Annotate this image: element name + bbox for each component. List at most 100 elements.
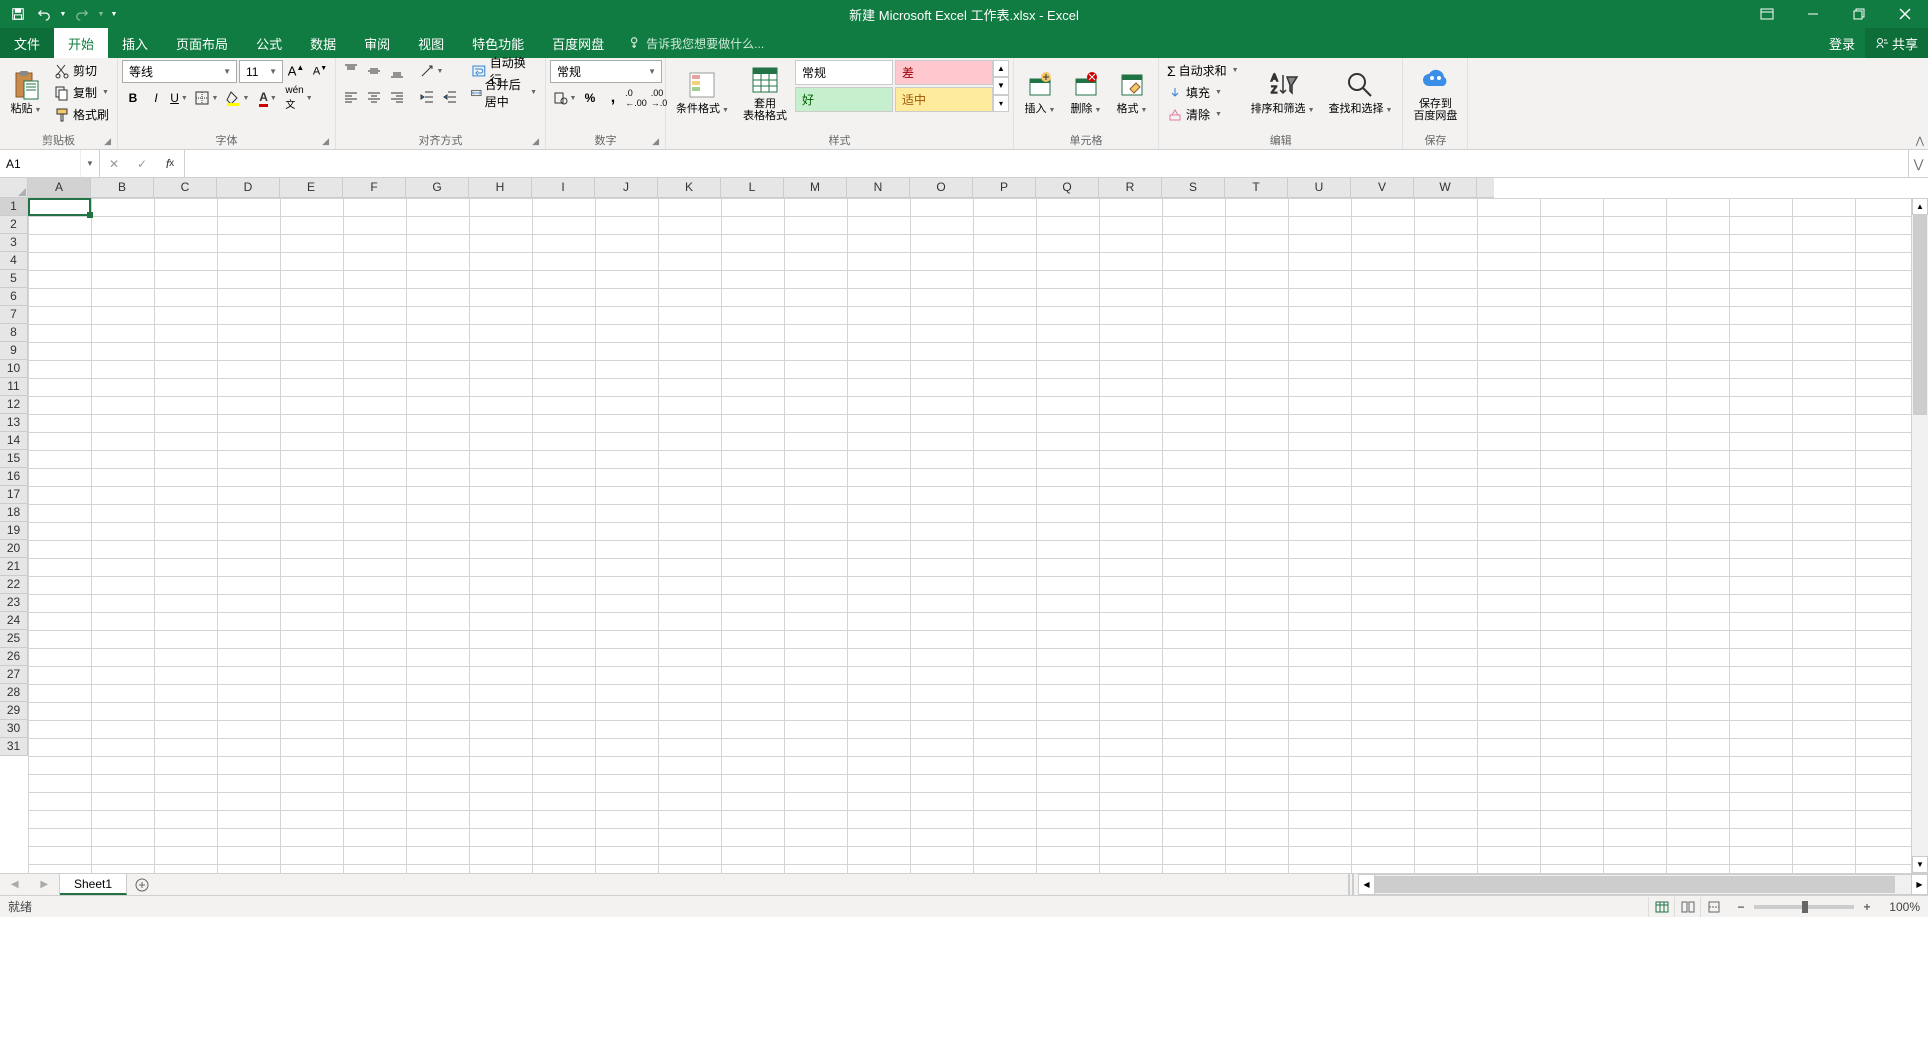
fill-button[interactable]: 填充▼ xyxy=(1163,82,1243,103)
redo-icon[interactable] xyxy=(70,3,94,25)
clear-button[interactable]: 清除▼ xyxy=(1163,104,1243,125)
column-header[interactable]: W xyxy=(1414,178,1477,198)
view-normal-icon[interactable] xyxy=(1648,897,1674,917)
merge-center-button[interactable]: 合并后居中▼ xyxy=(467,82,541,103)
cell-style-good[interactable]: 好 xyxy=(795,87,893,112)
format-as-table-button[interactable]: 套用 表格格式 xyxy=(737,60,793,126)
column-header[interactable]: D xyxy=(217,178,280,198)
cell-style-neutral[interactable]: 适中 xyxy=(895,87,993,112)
select-all-corner[interactable] xyxy=(0,178,28,198)
row-header[interactable]: 18 xyxy=(0,504,28,522)
phonetic-icon[interactable]: wén文▼ xyxy=(284,87,314,109)
align-left-icon[interactable] xyxy=(340,86,362,108)
name-box[interactable]: ▼ xyxy=(0,150,100,177)
underline-icon[interactable]: U▼ xyxy=(168,87,190,109)
align-bottom-icon[interactable] xyxy=(386,60,408,82)
baidu-save-button[interactable]: 保存到 百度网盘 xyxy=(1407,60,1463,126)
row-header[interactable]: 5 xyxy=(0,270,28,288)
zoom-level[interactable]: 100% xyxy=(1880,900,1920,914)
view-pagebreak-icon[interactable] xyxy=(1700,897,1726,917)
zoom-slider-knob[interactable] xyxy=(1802,901,1808,913)
column-header[interactable]: R xyxy=(1099,178,1162,198)
save-icon[interactable] xyxy=(6,3,30,25)
row-header[interactable]: 2 xyxy=(0,216,28,234)
column-header[interactable]: T xyxy=(1225,178,1288,198)
column-header[interactable]: Q xyxy=(1036,178,1099,198)
scroll-up-icon[interactable]: ▲ xyxy=(1912,198,1928,215)
undo-icon[interactable] xyxy=(32,3,56,25)
decrease-indent-icon[interactable] xyxy=(416,86,438,108)
formula-input[interactable] xyxy=(185,150,1908,177)
row-header[interactable]: 14 xyxy=(0,432,28,450)
tab-insert[interactable]: 插入 xyxy=(108,28,162,58)
column-header[interactable]: O xyxy=(910,178,973,198)
undo-dropdown-icon[interactable]: ▼ xyxy=(58,3,68,25)
row-header[interactable]: 29 xyxy=(0,702,28,720)
cell-style-normal[interactable]: 常规 xyxy=(795,60,893,85)
name-box-dropdown-icon[interactable]: ▼ xyxy=(80,150,99,177)
column-header[interactable]: E xyxy=(280,178,343,198)
row-header[interactable]: 9 xyxy=(0,342,28,360)
vertical-scrollbar[interactable]: ▲ ▼ xyxy=(1911,198,1928,873)
row-header[interactable]: 20 xyxy=(0,540,28,558)
alignment-launcher-icon[interactable]: ◢ xyxy=(532,136,539,147)
increase-font-icon[interactable]: A▲ xyxy=(285,60,307,82)
ribbon-display-icon[interactable] xyxy=(1744,0,1790,28)
row-header[interactable]: 25 xyxy=(0,630,28,648)
column-header[interactable]: M xyxy=(784,178,847,198)
align-top-icon[interactable] xyxy=(340,60,362,82)
enter-formula-icon[interactable]: ✓ xyxy=(128,150,156,177)
row-header[interactable]: 26 xyxy=(0,648,28,666)
tab-file[interactable]: 文件 xyxy=(0,28,54,58)
font-launcher-icon[interactable]: ◢ xyxy=(322,136,329,147)
column-header[interactable]: A xyxy=(28,178,91,198)
tab-pagelayout[interactable]: 页面布局 xyxy=(162,28,242,58)
scroll-down-icon[interactable]: ▼ xyxy=(1912,856,1928,873)
column-header[interactable]: U xyxy=(1288,178,1351,198)
row-header[interactable]: 23 xyxy=(0,594,28,612)
column-header[interactable]: H xyxy=(469,178,532,198)
fill-handle[interactable] xyxy=(87,212,93,218)
column-header[interactable]: L xyxy=(721,178,784,198)
autosum-button[interactable]: Σ自动求和▼ xyxy=(1163,60,1243,81)
scroll-right-icon[interactable]: ▶ xyxy=(1911,874,1928,895)
styles-scroll-up-icon[interactable]: ▲ xyxy=(993,60,1009,77)
column-header[interactable]: N xyxy=(847,178,910,198)
view-pagelayout-icon[interactable] xyxy=(1674,897,1700,917)
align-center-icon[interactable] xyxy=(363,86,385,108)
format-cells-button[interactable]: 格式▼ xyxy=(1110,60,1154,126)
signin-button[interactable]: 登录 xyxy=(1819,28,1865,58)
collapse-ribbon-icon[interactable]: ⋀ xyxy=(1916,136,1924,147)
tab-baidu[interactable]: 百度网盘 xyxy=(538,28,618,58)
align-right-icon[interactable] xyxy=(386,86,408,108)
row-header[interactable]: 7 xyxy=(0,306,28,324)
row-header[interactable]: 27 xyxy=(0,666,28,684)
percent-icon[interactable]: % xyxy=(579,87,601,109)
paste-button[interactable]: 粘贴▼ xyxy=(4,60,48,126)
insert-function-icon[interactable]: fx xyxy=(156,150,184,177)
hscroll-thumb[interactable] xyxy=(1375,876,1895,893)
tab-data[interactable]: 数据 xyxy=(296,28,350,58)
column-header[interactable]: V xyxy=(1351,178,1414,198)
minimize-icon[interactable] xyxy=(1790,0,1836,28)
accounting-format-icon[interactable]: ▼ xyxy=(550,87,578,109)
column-header[interactable]: B xyxy=(91,178,154,198)
orientation-icon[interactable]: ▼ xyxy=(416,60,446,82)
bold-icon[interactable]: B xyxy=(122,87,144,109)
row-header[interactable]: 6 xyxy=(0,288,28,306)
add-sheet-icon[interactable] xyxy=(127,874,157,895)
vscroll-thumb[interactable] xyxy=(1913,215,1927,415)
row-header[interactable]: 16 xyxy=(0,468,28,486)
row-header[interactable]: 11 xyxy=(0,378,28,396)
tab-view[interactable]: 视图 xyxy=(404,28,458,58)
find-select-button[interactable]: 查找和选择▼ xyxy=(1323,60,1399,126)
clipboard-launcher-icon[interactable]: ◢ xyxy=(104,136,111,147)
cells-area[interactable] xyxy=(28,198,1911,873)
row-header[interactable]: 8 xyxy=(0,324,28,342)
font-name-combo[interactable]: 等线▼ xyxy=(122,60,237,83)
conditional-formatting-button[interactable]: 条件格式▼ xyxy=(670,60,735,126)
row-header[interactable]: 10 xyxy=(0,360,28,378)
tab-formulas[interactable]: 公式 xyxy=(242,28,296,58)
cell-style-bad[interactable]: 差 xyxy=(895,60,993,85)
row-header[interactable]: 17 xyxy=(0,486,28,504)
